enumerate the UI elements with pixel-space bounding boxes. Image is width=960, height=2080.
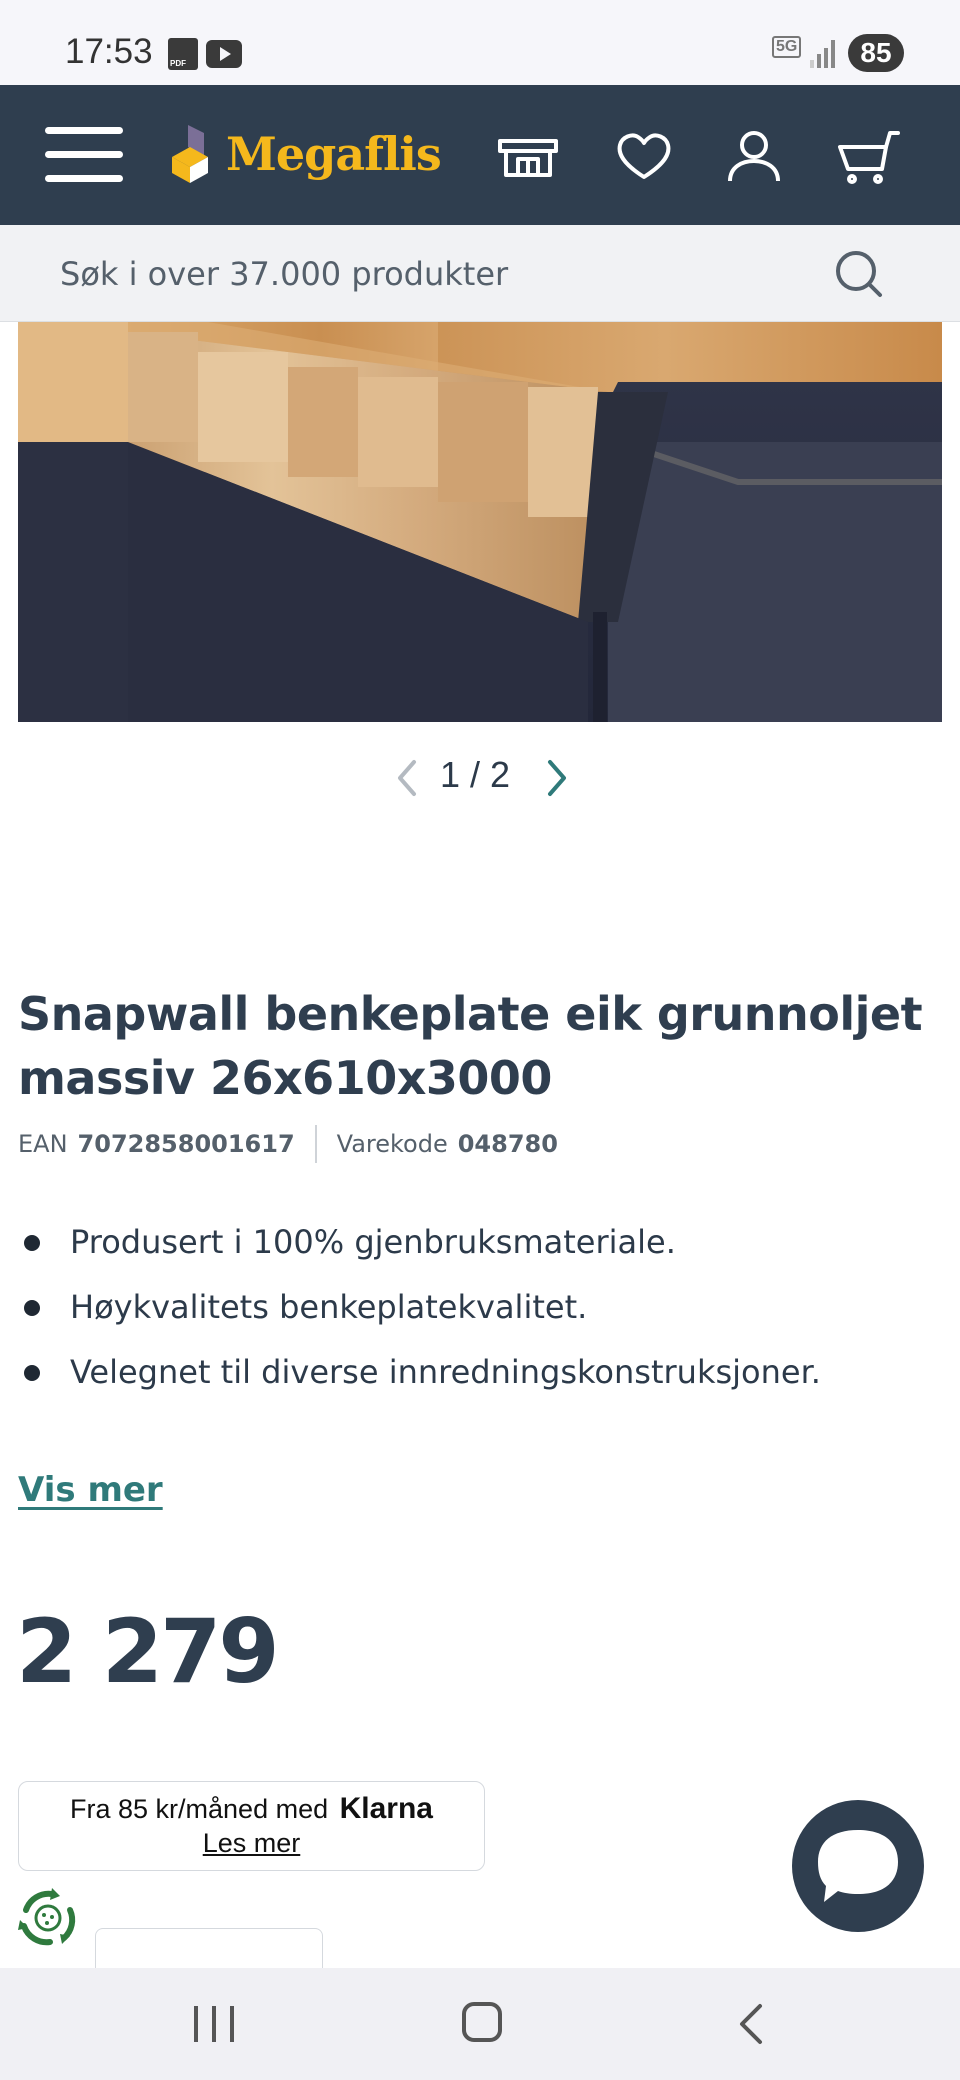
chevron-left-icon[interactable] — [392, 758, 422, 798]
logo[interactable]: Megaflis — [168, 121, 442, 187]
heart-icon[interactable] — [612, 125, 676, 189]
battery-icon: 85 — [848, 34, 904, 72]
network-icon: 5G — [772, 36, 802, 58]
logo-mark-icon — [172, 125, 208, 183]
chat-bubble-icon — [818, 1830, 898, 1902]
back-icon[interactable] — [736, 2002, 766, 2046]
system-nav-bar — [0, 1968, 960, 2080]
menu-icon[interactable] — [45, 127, 123, 183]
notification-icons: PDF — [168, 38, 242, 70]
klarna-text: Fra 85 kr/måned med — [70, 1794, 329, 1824]
signal-icon — [810, 38, 835, 68]
klarna-logo: Klarna — [339, 1792, 433, 1825]
feature-item: Produsert i 100% gjenbruksmateriale. — [18, 1210, 821, 1275]
klarna-text-row: Fra 85 kr/måned med Klarna — [19, 1792, 484, 1826]
pdf-icon: PDF — [168, 38, 198, 70]
home-icon[interactable] — [462, 2002, 502, 2042]
youtube-icon — [206, 40, 242, 68]
ean-value: 7072858001617 — [77, 1130, 295, 1158]
feature-item: Høykvalitets benkeplatekvalitet. — [18, 1275, 821, 1340]
code-label: Varekode — [336, 1130, 448, 1158]
show-more-link[interactable]: Vis mer — [18, 1470, 163, 1510]
account-icon[interactable] — [722, 125, 786, 189]
logo-text: Megaflis — [226, 127, 442, 181]
ean-label: EAN — [18, 1130, 68, 1158]
search-bar — [0, 225, 960, 322]
feature-list: Produsert i 100% gjenbruksmateriale. Høy… — [18, 1210, 821, 1405]
recent-apps-icon[interactable] — [194, 2006, 234, 2042]
chevron-right-icon[interactable] — [542, 758, 572, 798]
recycle-badge-icon[interactable] — [14, 1884, 82, 1952]
product-price: 2 279 — [16, 1600, 280, 1703]
code-value: 048780 — [457, 1130, 558, 1158]
product-image[interactable] — [18, 322, 942, 722]
search-input[interactable] — [60, 251, 820, 297]
pager-indicator: 1 / 2 — [440, 754, 511, 795]
product-title: Snapwall benkeplate eik grunnoljet massi… — [18, 987, 923, 1105]
store-icon[interactable] — [496, 125, 560, 189]
search-icon[interactable] — [832, 247, 888, 303]
gallery-pager: 1 / 2 — [0, 752, 960, 804]
meta-divider — [314, 1125, 317, 1163]
chat-button[interactable] — [792, 1800, 924, 1932]
status-time: 17:53 — [65, 32, 153, 71]
partial-card — [95, 1928, 323, 1968]
product-meta: EAN 7072858001617 Varekode 048780 — [18, 1125, 558, 1163]
product-photo — [18, 322, 942, 722]
feature-item: Velegnet til diverse innredningskonstruk… — [18, 1340, 821, 1405]
klarna-box: Fra 85 kr/måned med Klarna Les mer — [18, 1781, 485, 1871]
klarna-read-more-link[interactable]: Les mer — [203, 1828, 301, 1859]
cart-icon[interactable] — [836, 125, 900, 189]
site-header: Megaflis — [0, 85, 960, 225]
status-bar: 17:53 PDF 5G 85 — [0, 0, 960, 85]
